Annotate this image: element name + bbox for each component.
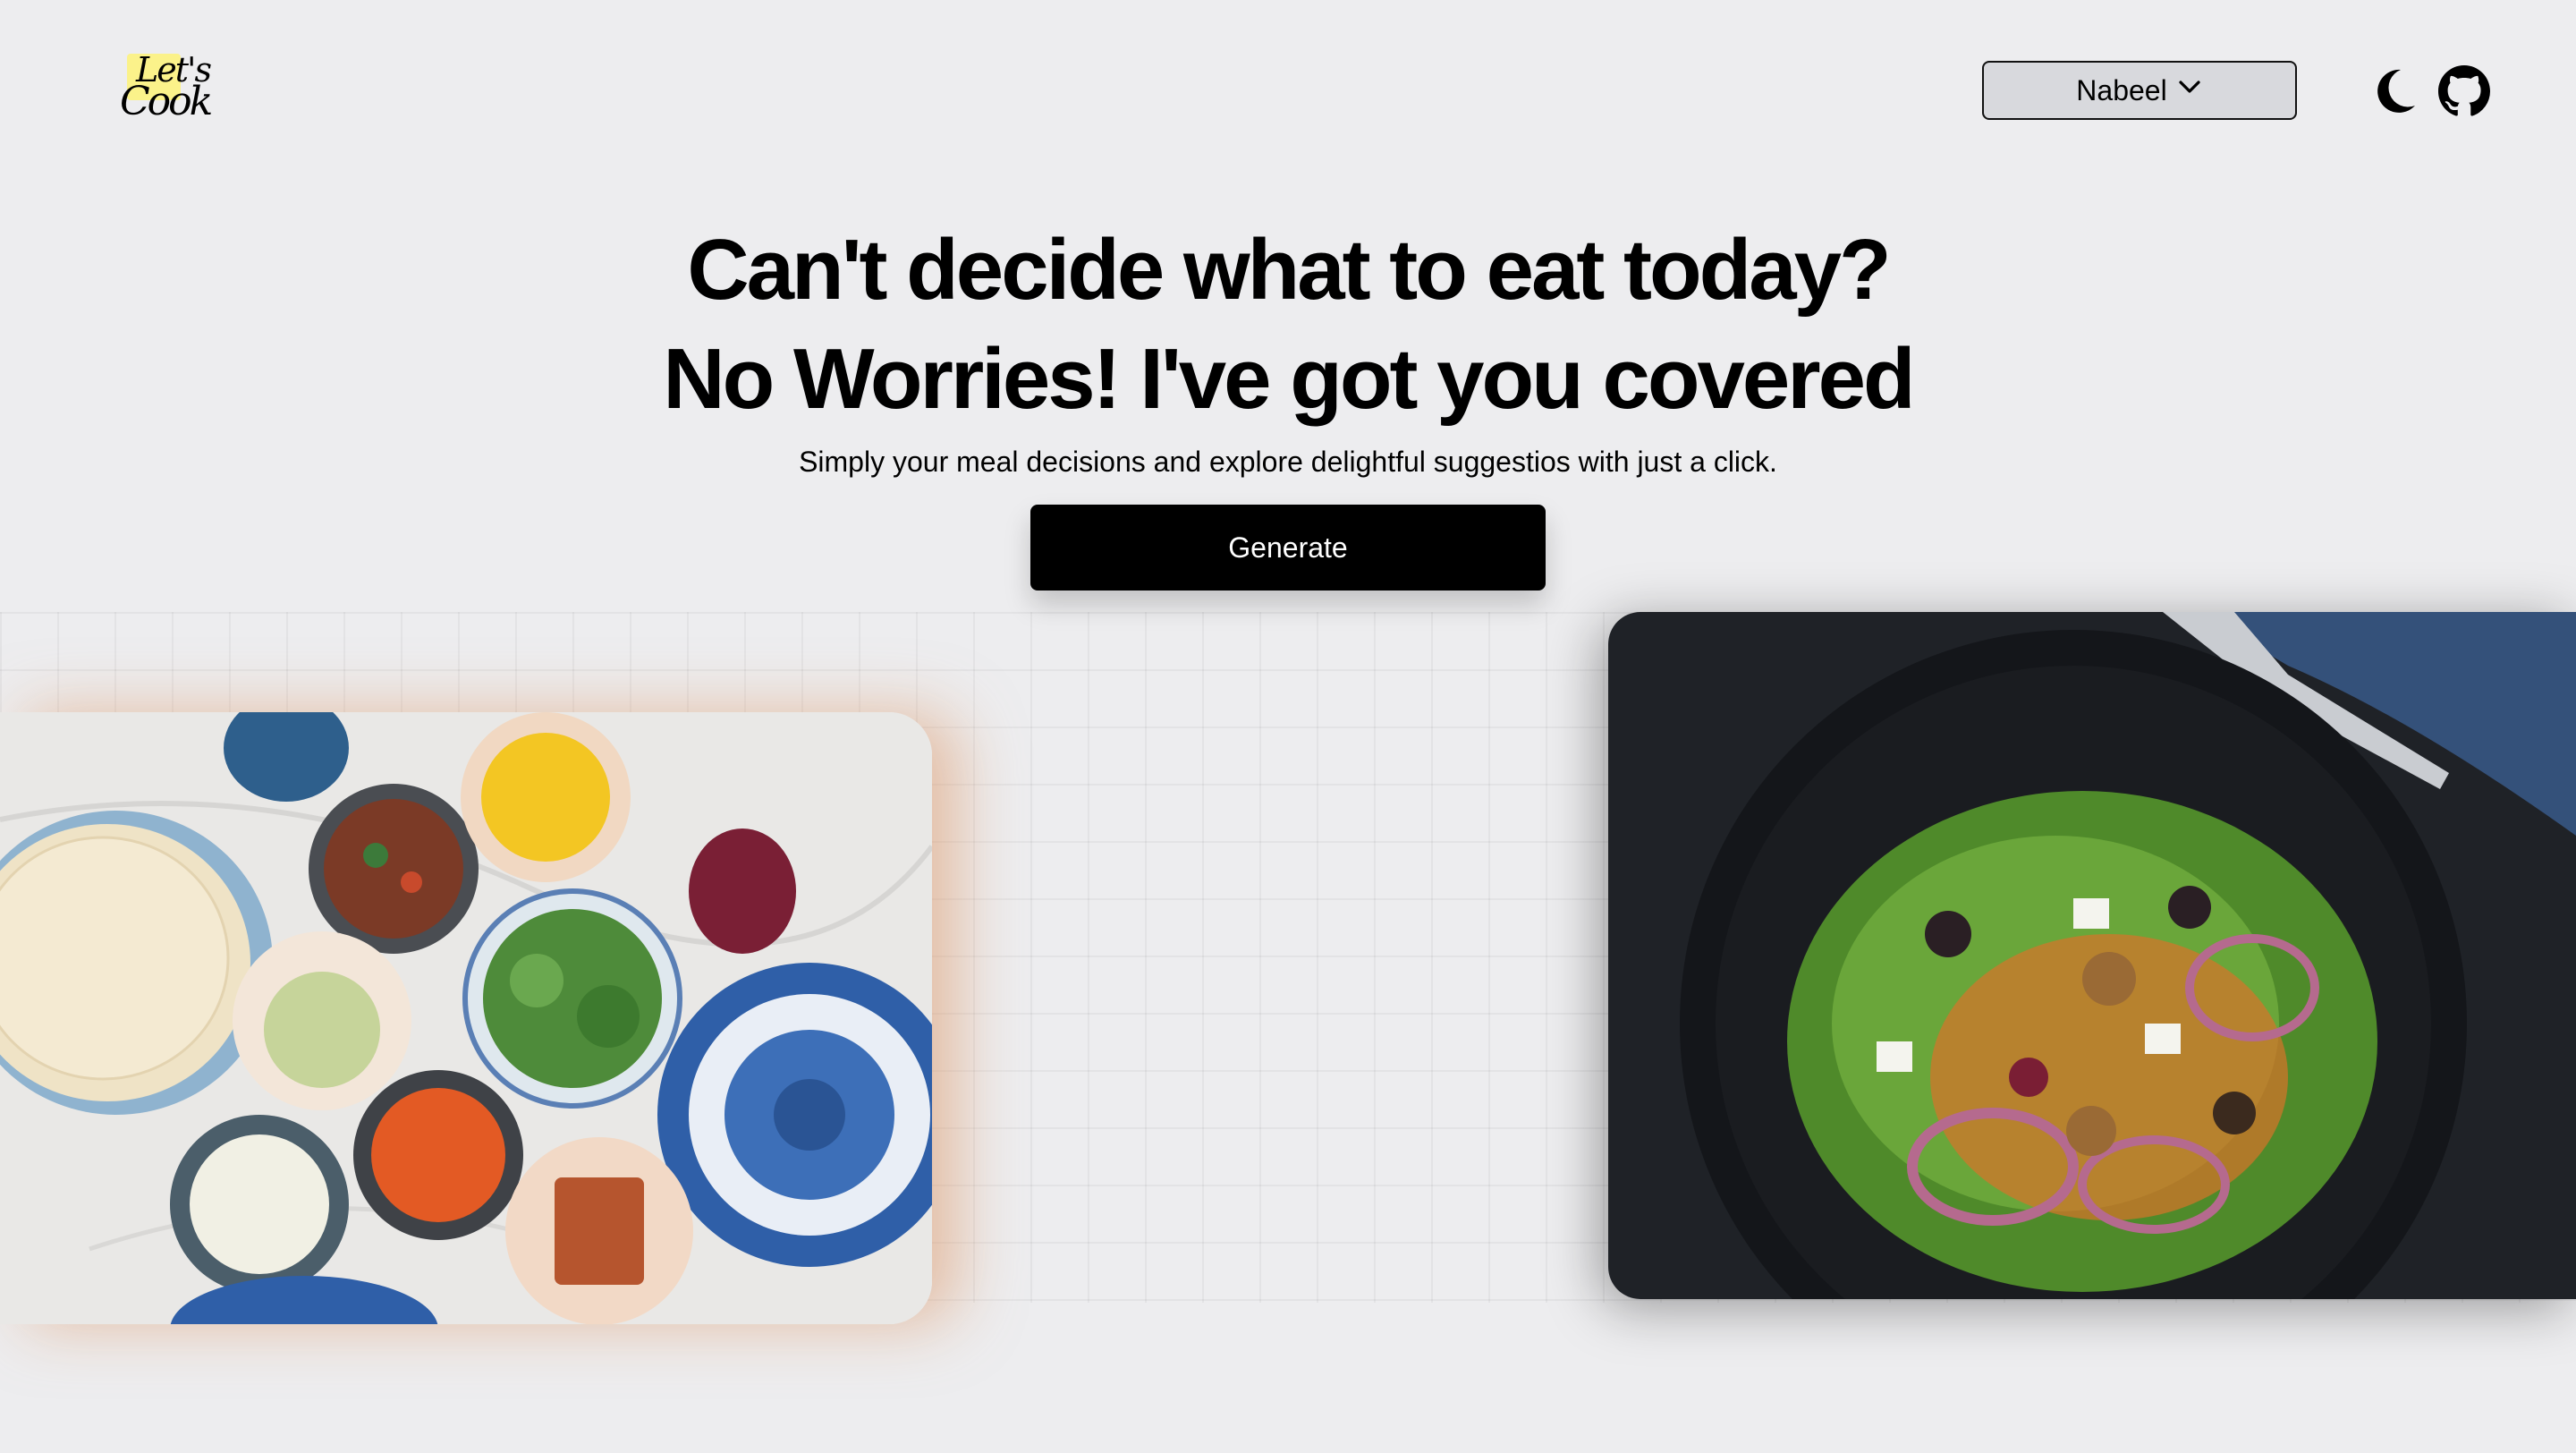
hero-title-line2: No Worries! I've got you covered xyxy=(663,331,1915,427)
salad-plate-image xyxy=(1608,612,2576,1299)
hero-title-line1: Can't decide what to eat today? xyxy=(687,222,1891,318)
food-spread-image xyxy=(0,712,932,1324)
user-menu-label: Nabeel xyxy=(2076,73,2167,106)
user-menu-button[interactable]: Nabeel xyxy=(1982,61,2297,120)
github-icon xyxy=(2438,65,2490,116)
github-link[interactable] xyxy=(2438,65,2490,117)
logo-text-line2: Cook xyxy=(120,79,213,124)
chevron-down-icon xyxy=(2176,73,2203,107)
hero-subtitle: Simply your meal decisions and explore d… xyxy=(799,446,1777,478)
logo[interactable]: Let's Cook xyxy=(116,47,213,124)
generate-button[interactable]: Generate xyxy=(1030,505,1546,591)
moon-icon xyxy=(2377,69,2415,113)
theme-toggle-button[interactable] xyxy=(2370,66,2417,116)
